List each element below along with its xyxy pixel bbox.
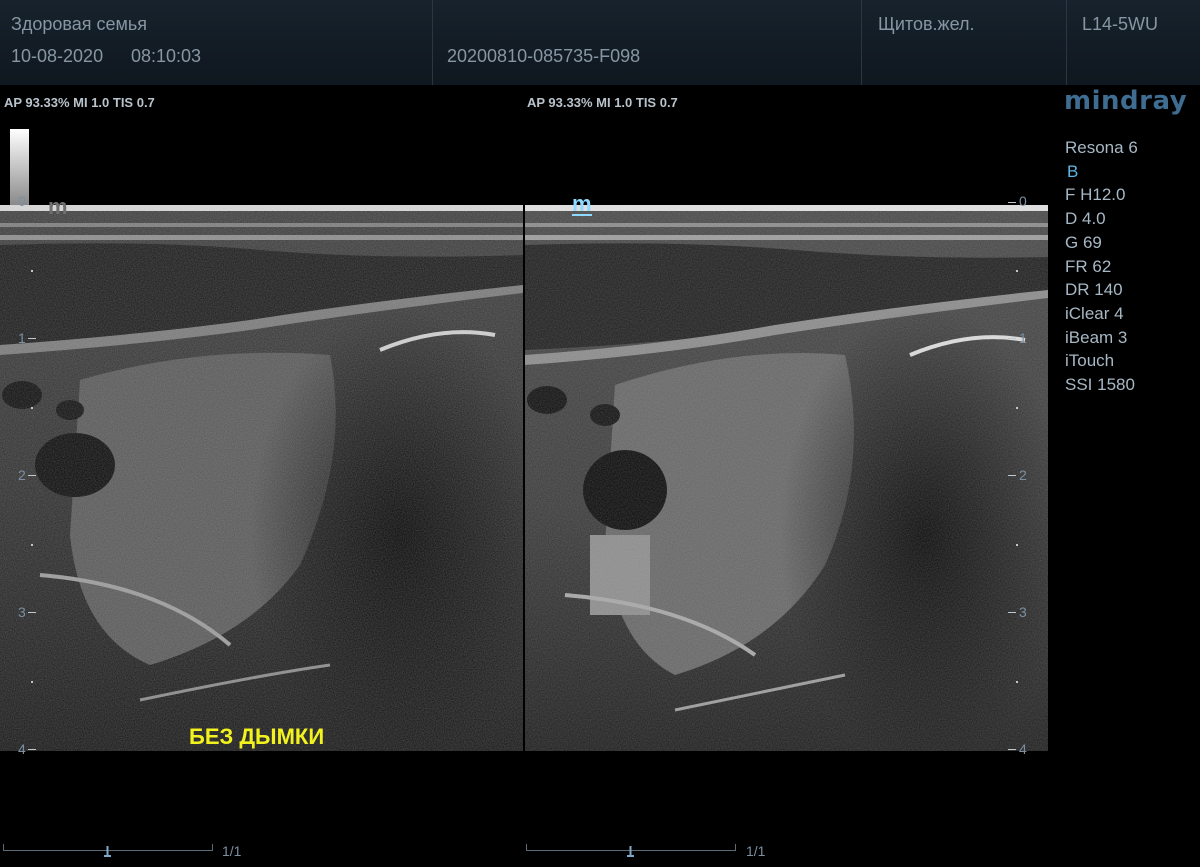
- right-depth-label-0: 0: [1019, 193, 1027, 209]
- header-cell-patient: Здоровая семья 10-08-2020 08:10:03: [0, 0, 433, 85]
- probe-name: L14-5WU: [1082, 14, 1159, 34]
- right-depth-dot: [1016, 544, 1018, 546]
- param-ssi: SSI 1580: [1065, 375, 1135, 395]
- left-depth-dot: [31, 407, 33, 409]
- right-depth-label-2: 2: [1019, 467, 1027, 483]
- right-ultrasound-image: [525, 205, 1048, 751]
- right-depth-dot: [1016, 681, 1018, 683]
- right-depth-tick: [1008, 612, 1016, 613]
- left-cine-count: 1/1: [222, 843, 242, 859]
- header-cell-study: 20200810-085735-F098: [433, 0, 862, 85]
- exam-type: Щитов.жел.: [878, 14, 975, 34]
- left-ultrasound-render: [0, 205, 523, 751]
- left-depth-tick: [28, 612, 36, 613]
- right-orientation-mark-icon: m: [572, 191, 592, 216]
- study-id: 20200810-085735-F098: [447, 46, 641, 66]
- left-depth-label-3: 3: [18, 604, 26, 620]
- header-cell-probe: L14-5WU: [1067, 0, 1200, 85]
- left-power-info: AP 93.33% MI 1.0 TIS 0.7: [4, 95, 155, 110]
- right-depth-label-1: 1: [1019, 330, 1027, 346]
- param-iclear: iClear 4: [1065, 303, 1124, 323]
- param-depth: D 4.0: [1065, 209, 1106, 229]
- right-depth-tick: [1008, 749, 1016, 750]
- param-itouch: iTouch: [1065, 351, 1115, 371]
- right-depth-tick: [1008, 338, 1016, 339]
- right-ultrasound-render: [525, 205, 1048, 751]
- left-depth-label-0: 0: [18, 193, 26, 209]
- imaging-mode: B: [1067, 161, 1079, 181]
- right-power-info: AP 93.33% MI 1.0 TIS 0.7: [527, 95, 678, 110]
- left-depth-scale: 0 1 2 3 4: [0, 190, 60, 760]
- system-model: Resona 6: [1065, 138, 1138, 157]
- exam-time: 08:10:03: [131, 46, 202, 66]
- top-header: Здоровая семья 10-08-2020 08:10:03 20200…: [0, 0, 1200, 85]
- left-cine-bar-start: [3, 844, 4, 851]
- right-cine-count: 1/1: [746, 843, 766, 859]
- param-dynamic-range: DR 140: [1065, 280, 1123, 300]
- right-cine-marker-icon[interactable]: [626, 846, 635, 857]
- right-cine-bar-start: [526, 844, 527, 851]
- right-depth-label-4: 4: [1019, 741, 1027, 757]
- left-depth-tick: [28, 749, 36, 750]
- left-depth-tick: [28, 338, 36, 339]
- param-frame-rate: FR 62: [1065, 256, 1112, 276]
- left-depth-dot: [31, 544, 33, 546]
- right-depth-tick: [1008, 202, 1016, 203]
- exam-date: 10-08-2020: [11, 46, 104, 66]
- brand-logo: mindray: [1064, 86, 1188, 116]
- param-frequency: F H12.0: [1065, 185, 1126, 205]
- clinic-name: Здоровая семья: [11, 14, 148, 34]
- header-cell-exam: Щитов.жел.: [862, 0, 1067, 85]
- image-caption: БЕЗ ДЫМКИ: [189, 724, 325, 749]
- right-depth-label-3: 3: [1019, 604, 1027, 620]
- right-depth-dot: [1016, 270, 1018, 272]
- right-depth-tick: [1008, 475, 1016, 476]
- left-depth-tick: [28, 475, 36, 476]
- left-cine-bar-end: [212, 844, 213, 851]
- right-depth-scale: 0 1 2 3 4: [1000, 190, 1060, 760]
- left-depth-label-2: 2: [18, 467, 26, 483]
- left-depth-label-4: 4: [18, 741, 26, 757]
- left-cine-marker-icon[interactable]: [103, 846, 112, 857]
- right-depth-dot: [1016, 407, 1018, 409]
- imaging-parameters: Resona 6 B F H12.0 D 4.0 G 69 FR 62 DR 1…: [1065, 136, 1138, 397]
- param-gain: G 69: [1065, 232, 1102, 252]
- right-cine-bar-end: [735, 844, 736, 851]
- left-depth-dot: [31, 681, 33, 683]
- left-depth-label-1: 1: [18, 330, 26, 346]
- left-depth-dot: [31, 270, 33, 272]
- param-ibeam: iBeam 3: [1065, 327, 1128, 347]
- left-ultrasound-image: [0, 205, 523, 751]
